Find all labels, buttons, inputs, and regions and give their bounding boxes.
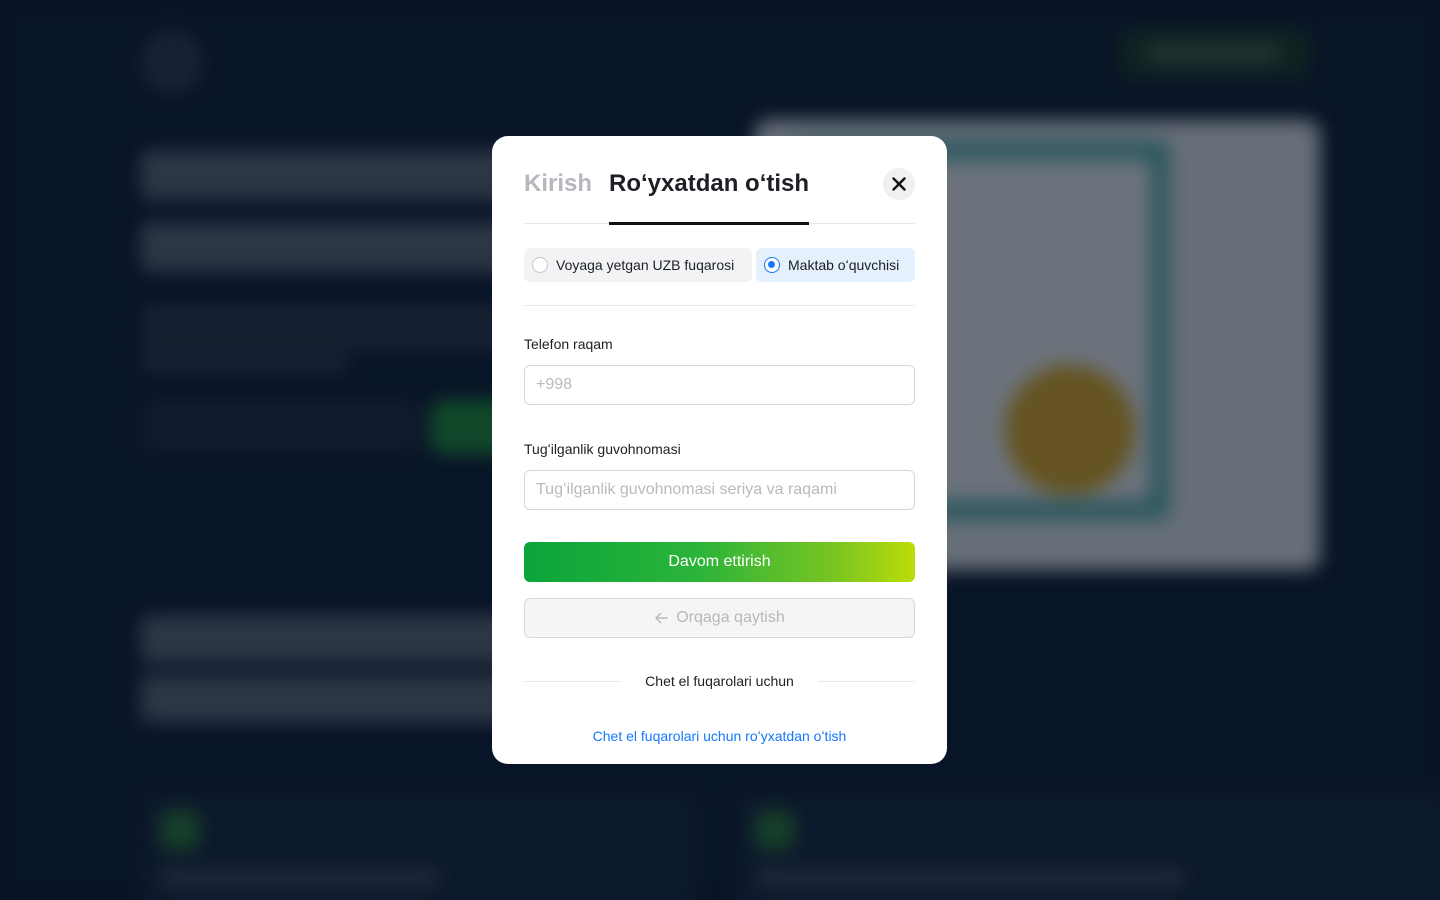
- user-type-label: Voyaga yetgan UZB fuqarosi: [556, 257, 735, 273]
- user-type-selector: Voyaga yetgan UZB fuqarosi Maktab oʻquvc…: [524, 248, 915, 306]
- phone-input[interactable]: [524, 365, 915, 405]
- user-type-school-student[interactable]: Maktab oʻquvchisi: [756, 248, 915, 282]
- user-type-adult-citizen[interactable]: Voyaga yetgan UZB fuqarosi: [524, 248, 752, 282]
- auth-tabs: Kirish Roʻyxatdan oʻtish: [524, 136, 915, 225]
- back-button[interactable]: Orqaga qaytish: [524, 598, 915, 638]
- back-label: Orqaga qaytish: [676, 609, 785, 626]
- continue-button[interactable]: Davom ettirish: [524, 542, 915, 582]
- divider-line: [524, 680, 622, 682]
- radio-button[interactable]: [532, 257, 548, 273]
- birth-certificate-label: Tugʻilganlik guvohnomasi: [524, 441, 681, 457]
- divider-text: Chet el fuqarolari uchun: [645, 673, 794, 689]
- divider-line: [817, 680, 915, 682]
- foreign-divider: Chet el fuqarolari uchun: [524, 672, 915, 690]
- foreign-registration-link[interactable]: Chet el fuqarolari uchun roʻyxatdan oʻti…: [524, 728, 915, 744]
- birth-certificate-input[interactable]: [524, 470, 915, 510]
- arrow-left-icon: [655, 612, 668, 624]
- auth-modal: Kirish Roʻyxatdan oʻtish Voyaga yetgan U…: [492, 136, 947, 764]
- tab-login[interactable]: Kirish: [524, 170, 592, 224]
- phone-label: Telefon raqam: [524, 336, 613, 352]
- tab-register[interactable]: Roʻyxatdan oʻtish: [609, 170, 810, 225]
- close-icon: [892, 177, 906, 191]
- close-button[interactable]: [883, 168, 915, 200]
- user-type-label: Maktab oʻquvchisi: [788, 257, 900, 273]
- radio-button-checked[interactable]: [764, 257, 780, 273]
